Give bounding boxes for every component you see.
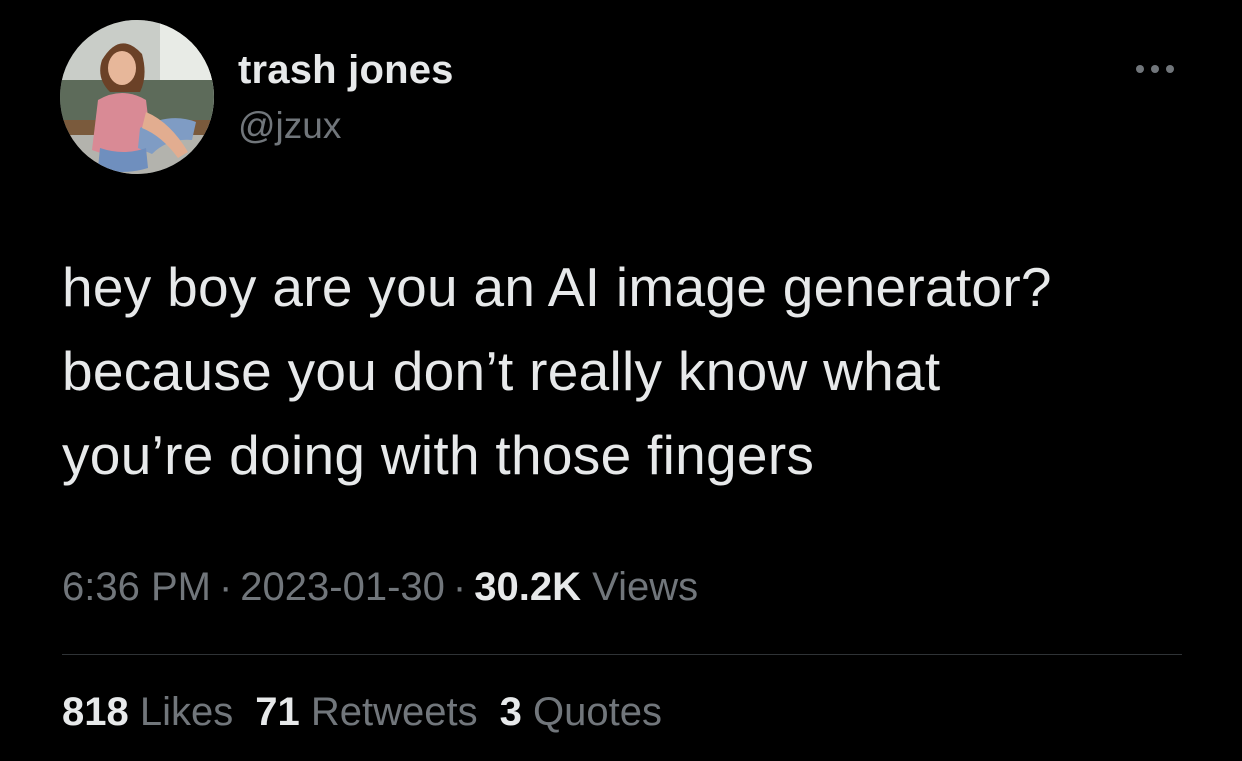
retweets-count: 71 (255, 690, 300, 734)
more-horizontal-icon (1136, 65, 1174, 73)
tweet-meta: 6:36 PM · 2023-01-30 · 30.2K Views (62, 565, 698, 610)
tweet-date[interactable]: 2023-01-30 (240, 565, 445, 609)
likes-label: Likes (139, 690, 234, 734)
separator-dot: · (218, 565, 233, 609)
separator-dot: · (452, 565, 467, 609)
author-handle[interactable]: @jzux (238, 105, 341, 147)
likes-count: 818 (62, 690, 129, 734)
retweets-stat[interactable]: 71 Retweets (255, 690, 477, 735)
engagement-stats: 818 Likes 71 Retweets 3 Quotes (62, 690, 684, 735)
avatar[interactable] (60, 20, 214, 174)
profile-photo-icon (60, 20, 214, 174)
retweets-label: Retweets (310, 690, 478, 734)
tweet-text-line: you’re doing with those fingers (62, 424, 815, 486)
tweet-time[interactable]: 6:36 PM (62, 565, 211, 609)
tweet-text-line: hey boy are you an AI image generator? (62, 256, 1052, 318)
divider (62, 654, 1182, 655)
quotes-label: Quotes (533, 690, 662, 734)
tweet-text-line: because you don’t really know what (62, 340, 941, 402)
views-label: Views (592, 565, 699, 609)
more-options-button[interactable] (1132, 56, 1178, 82)
quotes-count: 3 (499, 690, 522, 734)
views-count: 30.2K (474, 565, 581, 609)
tweet-text: hey boy are you an AI image generator? b… (62, 245, 1192, 497)
likes-stat[interactable]: 818 Likes (62, 690, 233, 735)
tweet-card: trash jones @jzux hey boy are you an AI … (0, 0, 1242, 761)
author-display-name[interactable]: trash jones (238, 48, 454, 93)
quotes-stat[interactable]: 3 Quotes (500, 690, 662, 735)
